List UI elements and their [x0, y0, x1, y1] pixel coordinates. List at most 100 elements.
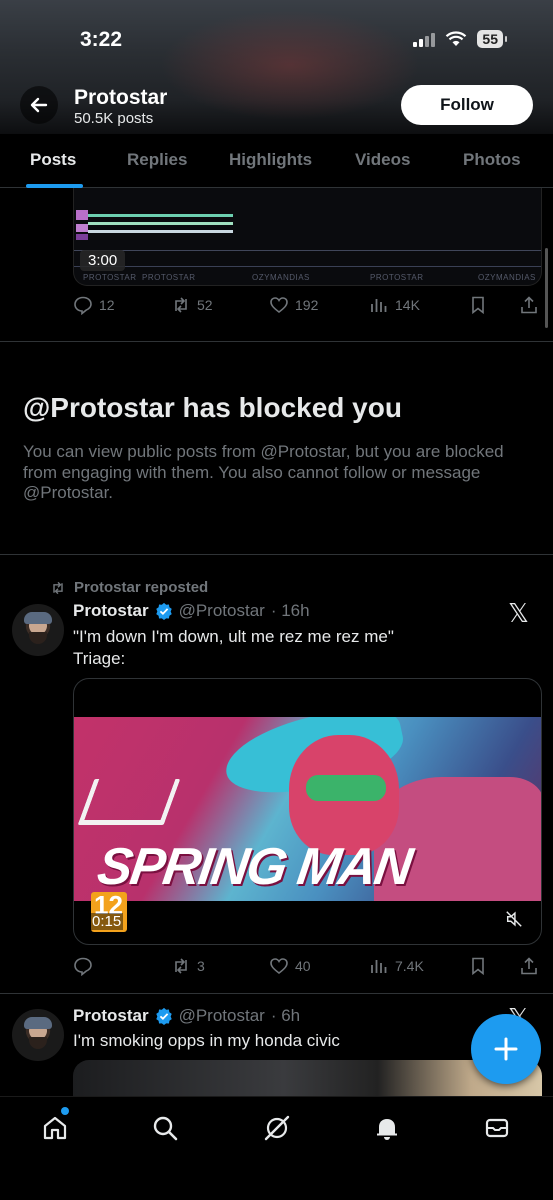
- media-card[interactable]: SPRING MAN: [73, 678, 542, 945]
- bookmark-action[interactable]: [468, 956, 488, 976]
- blocked-title: @Protostar has blocked you: [23, 392, 402, 423]
- views-count: 7.4K: [395, 958, 424, 974]
- mute-icon[interactable]: [505, 910, 523, 928]
- repost-indicator[interactable]: Protostar reposted: [50, 579, 208, 596]
- strip-label: PROTOSTAR: [83, 273, 137, 282]
- like-action[interactable]: 40: [269, 956, 311, 976]
- verified-badge-icon: [155, 602, 172, 620]
- author-handle[interactable]: @Protostar: [179, 1006, 265, 1026]
- post-text: Triage:: [73, 649, 126, 668]
- x-logo-icon: 𝕏: [508, 598, 529, 628]
- like-count: 40: [295, 958, 311, 974]
- author-name[interactable]: Protostar: [73, 601, 149, 621]
- strip-label: PROTOSTAR: [142, 273, 196, 282]
- wifi-icon: [446, 31, 467, 46]
- author-name[interactable]: Protostar: [73, 1006, 149, 1026]
- post-actions: 3 40 7.4K: [73, 956, 543, 980]
- avatar[interactable]: [12, 1009, 64, 1061]
- share-icon: [521, 296, 537, 314]
- status-time: 3:22: [80, 28, 123, 51]
- tab-photos[interactable]: Photos: [463, 150, 521, 170]
- like-count: 192: [295, 297, 319, 313]
- repost-icon: [53, 581, 63, 594]
- share-icon: [521, 957, 537, 975]
- repost-action[interactable]: 52: [171, 295, 213, 315]
- strip-label: OZYMANDIAS: [478, 273, 536, 282]
- battery-indicator: 55: [477, 30, 507, 48]
- views-icon: [371, 960, 387, 973]
- repost-count: 52: [197, 297, 213, 313]
- nav-notifications[interactable]: [372, 1113, 402, 1143]
- nav-messages[interactable]: [482, 1113, 512, 1143]
- post-time: · 16h: [270, 601, 310, 620]
- share-action[interactable]: [519, 956, 539, 976]
- post-header: Protostar @Protostar · 16h: [73, 601, 310, 621]
- repost-count: 3: [197, 958, 205, 974]
- search-icon: [153, 1116, 178, 1141]
- reply-icon: [74, 957, 92, 976]
- grok-icon: [264, 1115, 290, 1141]
- profile-tabs: Posts Replies Highlights Videos Photos: [0, 134, 553, 188]
- share-action[interactable]: [519, 295, 539, 315]
- views-icon: [371, 299, 387, 312]
- posts-count: 50.5K posts: [74, 110, 154, 127]
- blocked-message: You can view public posts from @Protosta…: [23, 442, 504, 502]
- reply-action[interactable]: 12: [73, 295, 115, 315]
- post-image[interactable]: [73, 1060, 542, 1100]
- bookmark-action[interactable]: [468, 295, 488, 315]
- profile-header: 3:22 55 Protostar 50.5K posts Follow: [0, 0, 553, 134]
- post-time: · 6h: [270, 1006, 301, 1025]
- strip-label: OZYMANDIAS: [252, 273, 310, 282]
- video-thumbnail[interactable]: [73, 188, 542, 286]
- divider: [0, 554, 553, 555]
- nav-grok[interactable]: [262, 1113, 292, 1143]
- heart-icon: [270, 958, 288, 975]
- compose-post-button[interactable]: [471, 1014, 541, 1084]
- video-duration: 3:00: [80, 250, 126, 271]
- signal-icon: [413, 31, 436, 47]
- post-text: "I'm down I'm down, ult me rez me rez me…: [73, 627, 394, 646]
- scrollbar[interactable]: [545, 248, 548, 328]
- repost-label: Protostar reposted: [74, 579, 209, 596]
- strip-label: PROTOSTAR: [370, 273, 424, 282]
- profile-name: Protostar: [74, 86, 168, 109]
- game-logo: [77, 779, 181, 825]
- views-action[interactable]: 7.4K: [369, 956, 424, 976]
- verified-badge-icon: [155, 1007, 172, 1025]
- follow-button[interactable]: Follow: [401, 85, 533, 125]
- video-thumbnail: SPRING MAN: [74, 717, 541, 901]
- like-action[interactable]: 192: [269, 295, 318, 315]
- status-icons: 55: [413, 30, 507, 48]
- post-text: I'm smoking opps in my honda civic: [73, 1031, 340, 1050]
- bottom-navigation: [0, 1096, 553, 1200]
- mail-icon: [485, 1118, 509, 1138]
- video-duration: 0:15: [90, 913, 124, 930]
- reply-action[interactable]: [73, 956, 99, 976]
- repost-action[interactable]: 3: [171, 956, 205, 976]
- plus-icon: [494, 1037, 518, 1061]
- back-button[interactable]: [20, 86, 58, 124]
- avatar[interactable]: [12, 604, 64, 656]
- post-actions: 12 52 192 14K: [73, 295, 543, 319]
- repost-icon: [175, 297, 187, 313]
- bookmark-icon: [472, 957, 484, 976]
- home-icon: [43, 1116, 67, 1140]
- post-header: Protostar @Protostar · 6h: [73, 1006, 300, 1026]
- views-action[interactable]: 14K: [369, 295, 420, 315]
- nav-search[interactable]: [150, 1113, 180, 1143]
- tab-replies[interactable]: Replies: [127, 150, 187, 170]
- divider: [0, 993, 553, 994]
- nav-home[interactable]: [40, 1113, 70, 1143]
- views-count: 14K: [395, 297, 420, 313]
- media-title: SPRING MAN: [93, 838, 415, 896]
- notification-dot: [61, 1107, 69, 1115]
- reply-icon: [74, 296, 92, 315]
- bell-icon: [377, 1119, 397, 1140]
- divider: [0, 341, 553, 342]
- author-handle[interactable]: @Protostar: [179, 601, 265, 621]
- tab-highlights[interactable]: Highlights: [229, 150, 312, 170]
- tab-videos[interactable]: Videos: [355, 150, 410, 170]
- bookmark-icon: [472, 296, 484, 315]
- tab-posts[interactable]: Posts: [30, 150, 76, 170]
- reply-count: 12: [99, 297, 115, 313]
